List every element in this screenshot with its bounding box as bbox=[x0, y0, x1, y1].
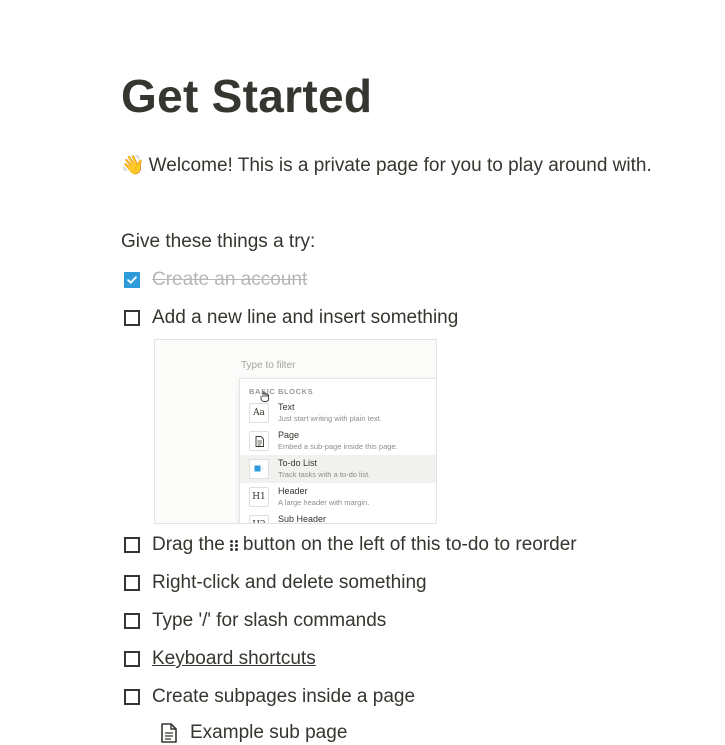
checkbox[interactable] bbox=[124, 689, 140, 705]
todo-block-icon bbox=[249, 459, 269, 479]
menu-item-desc: Embed a sub-page inside this page. bbox=[278, 442, 398, 451]
subpage-link[interactable]: Example sub page bbox=[160, 721, 347, 745]
notion-page: Get Started 👋 Welcome! This is a private … bbox=[0, 0, 725, 743]
todo-label-part: button on the left of this to-do to reor… bbox=[242, 534, 577, 555]
todo-item[interactable]: Create an account bbox=[124, 268, 307, 292]
menu-item-title: Text bbox=[278, 402, 295, 412]
drag-handle-icon bbox=[229, 539, 238, 551]
header-block-icon: H1 bbox=[249, 487, 269, 507]
menu-item-title: Sub Header bbox=[278, 514, 327, 524]
keyboard-shortcuts-link[interactable]: Keyboard shortcuts bbox=[152, 647, 316, 671]
todo-item[interactable]: Drag the button on the left of this to-do… bbox=[124, 533, 577, 557]
menu-item-subheader: H2 Sub Header bbox=[240, 511, 436, 524]
checkbox[interactable] bbox=[124, 575, 140, 591]
menu-item-desc: Track tasks with a to-do list. bbox=[278, 470, 371, 479]
menu-item-title: Header bbox=[278, 486, 308, 496]
menu-section-header: BASIC BLOCKS bbox=[249, 387, 314, 396]
embedded-image[interactable]: Type to filter BASIC BLOCKS Aa Text Just… bbox=[154, 339, 437, 524]
filter-placeholder: Type to filter bbox=[241, 360, 296, 371]
menu-item-desc: Just start writing with plain text. bbox=[278, 414, 382, 423]
todo-label[interactable]: Right-click and delete something bbox=[152, 571, 427, 595]
todo-item[interactable]: Right-click and delete something bbox=[124, 571, 427, 595]
slash-menu-preview: BASIC BLOCKS Aa Text Just start writing … bbox=[239, 378, 436, 524]
todo-label-part: Drag the bbox=[152, 534, 225, 555]
menu-item-title: Page bbox=[278, 430, 300, 440]
menu-item-page: Page Embed a sub-page inside this page. bbox=[240, 427, 436, 455]
menu-item-header: H1 Header A large header with margin. bbox=[240, 483, 436, 511]
page-block-icon bbox=[249, 431, 269, 451]
menu-item-title: To-do List bbox=[278, 458, 318, 468]
subpage-label: Example sub page bbox=[190, 722, 348, 743]
text-block-icon: Aa bbox=[249, 403, 269, 423]
todo-label[interactable]: Drag the button on the left of this to-do… bbox=[152, 533, 577, 557]
page-title[interactable]: Get Started bbox=[121, 68, 372, 124]
checkbox[interactable] bbox=[124, 651, 140, 667]
subheader-block-icon: H2 bbox=[249, 515, 269, 523]
todo-label[interactable]: Type '/' for slash commands bbox=[152, 609, 386, 633]
checkbox[interactable] bbox=[124, 310, 140, 326]
checkmark-icon bbox=[127, 276, 137, 284]
checkbox-checked[interactable] bbox=[124, 272, 140, 288]
welcome-paragraph[interactable]: 👋 Welcome! This is a private page for you… bbox=[121, 154, 652, 178]
welcome-text: Welcome! This is a private page for you … bbox=[148, 155, 652, 176]
menu-item-desc: A large header with margin. bbox=[278, 498, 370, 507]
todo-item[interactable]: Type '/' for slash commands bbox=[124, 609, 386, 633]
checkbox[interactable] bbox=[124, 537, 140, 553]
todo-label[interactable]: Create an account bbox=[152, 268, 307, 292]
todo-label[interactable]: Create subpages inside a page bbox=[152, 685, 415, 709]
menu-item-text: Aa Text Just start writing with plain te… bbox=[240, 399, 436, 427]
todo-label[interactable]: Add a new line and insert something bbox=[152, 306, 458, 330]
waving-hand-emoji: 👋 bbox=[121, 155, 145, 176]
intro-text[interactable]: Give these things a try: bbox=[121, 230, 315, 254]
page-icon bbox=[161, 723, 177, 743]
todo-item[interactable]: Keyboard shortcuts bbox=[124, 647, 316, 671]
checkbox[interactable] bbox=[124, 613, 140, 629]
todo-item[interactable]: Create subpages inside a page bbox=[124, 685, 415, 709]
menu-item-todo: To-do List Track tasks with a to-do list… bbox=[240, 455, 436, 483]
todo-item[interactable]: Add a new line and insert something bbox=[124, 306, 458, 330]
